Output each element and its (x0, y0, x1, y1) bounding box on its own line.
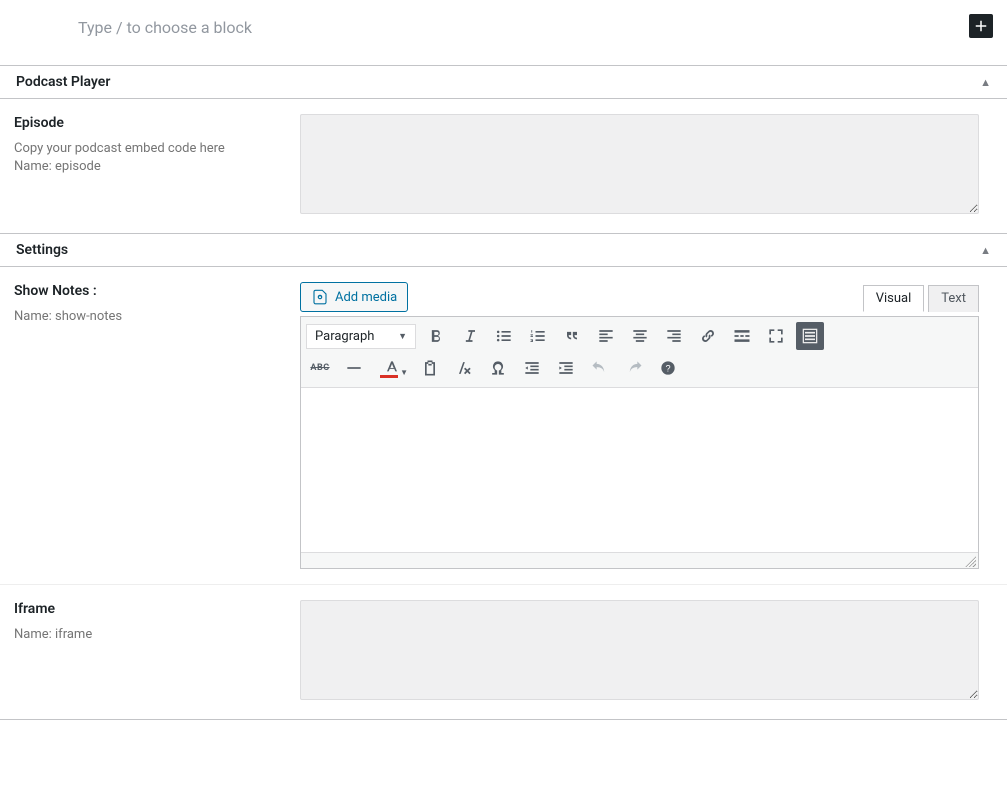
metabox-settings: Settings ▲ Show Notes : Name: show-notes (0, 233, 1007, 720)
metabox-header-settings[interactable]: Settings ▲ (0, 234, 1007, 266)
episode-textarea[interactable] (300, 114, 979, 214)
clear-formatting-button[interactable] (450, 354, 478, 382)
text-color-button[interactable]: ▼ (374, 354, 410, 382)
metabox-podcast-player: Podcast Player ▲ Episode Copy your podca… (0, 65, 1007, 234)
bullet-list-button[interactable] (490, 322, 518, 350)
format-select-value: Paragraph (315, 329, 374, 344)
toolbar-toggle-icon (800, 326, 820, 346)
toolbar-row: Paragraph ▼ (304, 320, 975, 352)
svg-text:?: ? (665, 363, 670, 373)
field-hint: Name: show-notes (14, 308, 286, 326)
align-right-icon (664, 326, 684, 346)
tinymce-toolbars: Paragraph ▼ (301, 317, 978, 388)
paste-text-icon (420, 358, 440, 378)
toolbar-toggle-button[interactable] (796, 322, 824, 350)
field-hint: Copy your podcast embed code here Name: … (14, 140, 286, 176)
link-button[interactable] (694, 322, 722, 350)
blockquote-button[interactable] (558, 322, 586, 350)
horizontal-rule-button[interactable] (340, 354, 368, 382)
field-hint-line: Copy your podcast embed code here (14, 141, 225, 156)
bold-icon (426, 326, 446, 346)
align-left-button[interactable] (592, 322, 620, 350)
paste-text-button[interactable] (416, 354, 444, 382)
field-label-col: Show Notes : Name: show-notes (0, 282, 300, 569)
field-row-show-notes: Show Notes : Name: show-notes Add media (0, 267, 1007, 584)
field-row-iframe: Iframe Name: iframe (0, 584, 1007, 719)
italic-button[interactable] (456, 322, 484, 350)
field-input-col (300, 600, 1007, 704)
field-label-col: Episode Copy your podcast embed code her… (0, 114, 300, 218)
field-label-col: Iframe Name: iframe (0, 600, 300, 704)
field-label: Episode (14, 114, 286, 134)
editor-statusbar (301, 552, 978, 568)
metabox-title: Podcast Player (16, 74, 110, 90)
read-more-button[interactable] (728, 322, 756, 350)
color-swatch (380, 375, 398, 378)
resize-handle[interactable] (964, 555, 976, 567)
align-center-icon (630, 326, 650, 346)
align-center-button[interactable] (626, 322, 654, 350)
strikethrough-icon: ABC (310, 363, 329, 373)
default-block-placeholder[interactable]: Type / to choose a block (10, 10, 997, 45)
add-block-button[interactable] (969, 14, 993, 38)
bold-button[interactable] (422, 322, 450, 350)
horizontal-rule-icon (344, 358, 364, 378)
metabox-header-podcast-player[interactable]: Podcast Player ▲ (0, 66, 1007, 98)
indent-button[interactable] (552, 354, 580, 382)
show-notes-content[interactable] (301, 388, 978, 552)
undo-icon (590, 358, 610, 378)
media-icon (311, 288, 329, 306)
numbered-list-button[interactable] (524, 322, 552, 350)
redo-button[interactable] (620, 354, 648, 382)
wysiwyg-editor: Add media Visual Text Paragraph (300, 282, 979, 569)
numbered-list-icon (528, 326, 548, 346)
chevron-down-icon: ▼ (398, 331, 407, 342)
field-label: Show Notes : (14, 282, 286, 302)
field-input-col: Add media Visual Text Paragraph (300, 282, 1007, 569)
collapse-icon: ▲ (980, 244, 991, 257)
bullet-list-icon (494, 326, 514, 346)
field-hint-line: Name: episode (14, 159, 101, 174)
italic-icon (460, 326, 480, 346)
read-more-icon (732, 326, 752, 346)
redo-icon (624, 358, 644, 378)
tab-text[interactable]: Text (928, 285, 979, 312)
align-right-button[interactable] (660, 322, 688, 350)
undo-button[interactable] (586, 354, 614, 382)
tab-visual[interactable]: Visual (863, 285, 925, 312)
chevron-down-icon: ▼ (400, 368, 408, 377)
iframe-textarea[interactable] (300, 600, 979, 700)
quote-icon (562, 326, 582, 346)
indent-icon (556, 358, 576, 378)
fullscreen-button[interactable] (762, 322, 790, 350)
plus-icon (972, 17, 990, 35)
format-select[interactable]: Paragraph ▼ (306, 324, 416, 349)
toolbar-row: ABC ▼ (304, 352, 975, 384)
add-media-label: Add media (335, 290, 397, 305)
link-icon (698, 326, 718, 346)
special-char-icon (488, 358, 508, 378)
metabox-body: Episode Copy your podcast embed code her… (0, 98, 1007, 233)
collapse-icon: ▲ (980, 76, 991, 89)
special-character-button[interactable] (484, 354, 512, 382)
field-input-col (300, 114, 1007, 218)
outdent-icon (522, 358, 542, 378)
add-media-button[interactable]: Add media (300, 282, 408, 312)
help-button[interactable]: ? (654, 354, 682, 382)
clear-formatting-icon (454, 358, 474, 378)
strikethrough-button[interactable]: ABC (306, 354, 334, 382)
block-editor-canvas: Type / to choose a block (0, 0, 1007, 45)
metabox-title: Settings (16, 242, 68, 258)
field-label: Iframe (14, 600, 286, 620)
fullscreen-icon (766, 326, 786, 346)
field-row-episode: Episode Copy your podcast embed code her… (0, 99, 1007, 233)
editor-mode-tabs: Visual Text (859, 285, 979, 312)
align-left-icon (596, 326, 616, 346)
help-icon: ? (658, 358, 678, 378)
outdent-button[interactable] (518, 354, 546, 382)
tinymce-container: Paragraph ▼ (300, 316, 979, 569)
metabox-body: Show Notes : Name: show-notes Add media (0, 266, 1007, 719)
field-hint: Name: iframe (14, 626, 286, 644)
